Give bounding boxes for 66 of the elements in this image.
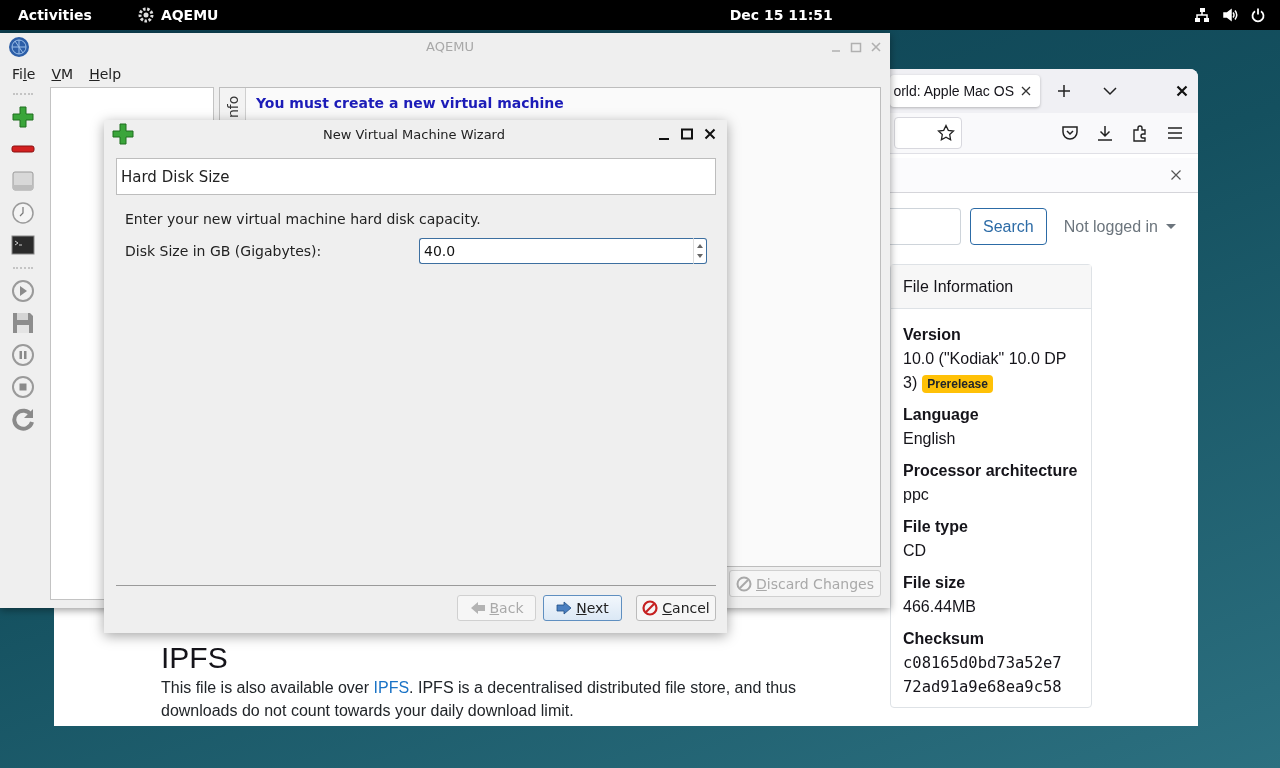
caret-icon: [1166, 223, 1176, 230]
status-badge: Prerelease: [922, 375, 993, 393]
left-arrow-icon: [469, 600, 486, 616]
field-value: CD: [903, 541, 928, 561]
field-label: Processor architecture: [903, 461, 1079, 481]
menu-item[interactable]: Help: [81, 65, 130, 82]
app-name[interactable]: AQEMU: [160, 7, 219, 23]
field-label: Version: [903, 325, 962, 345]
checksum-value: c08165d0bd73a52e772ad91a9e68ea9c58: [903, 653, 1063, 698]
puzzle-icon[interactable]: [1131, 124, 1149, 142]
network-icon[interactable]: [1194, 7, 1210, 23]
window-title: AQEMU: [425, 39, 475, 54]
field-value: 10.0 ("Kodiak" 10.0 DP 3) Prerelease: [903, 349, 1068, 395]
menu-item[interactable]: File: [4, 65, 44, 82]
gear-icon[interactable]: [137, 7, 154, 23]
stop-icon[interactable]: [11, 375, 35, 399]
search-field[interactable]: [890, 208, 961, 245]
info-message: You must create a new virtual machine: [256, 95, 564, 111]
plus-icon[interactable]: [1056, 83, 1072, 99]
field-label: Language: [903, 405, 980, 425]
browser-tab[interactable]: orld: Apple Mac OS: [890, 75, 1040, 107]
add-icon: [112, 123, 134, 145]
field-label: File size: [903, 573, 967, 593]
star-icon[interactable]: [937, 124, 955, 142]
description-text: Enter your new virtual machine hard disk capacity.: [125, 211, 482, 227]
power-icon[interactable]: [1250, 7, 1266, 23]
play-icon[interactable]: [11, 279, 35, 303]
field-label: Checksum: [903, 629, 985, 649]
reload-icon[interactable]: [11, 407, 35, 431]
close-icon[interactable]: [1176, 85, 1188, 97]
terminal-icon[interactable]: [11, 233, 35, 257]
page-title: Hard Disk Size: [116, 158, 716, 195]
volume-icon[interactable]: [1222, 7, 1238, 23]
field-label: Disk Size in GB (Gigabytes):: [125, 243, 323, 259]
pocket-icon[interactable]: [1061, 124, 1079, 142]
close-icon[interactable]: [1170, 169, 1182, 181]
dialog-title: New Virtual Machine Wizard: [322, 126, 506, 142]
download-icon[interactable]: [1096, 124, 1114, 142]
field-label: File type: [903, 517, 969, 537]
search-button[interactable]: Search: [970, 208, 1047, 245]
activities-button[interactable]: Activities: [18, 7, 92, 23]
url-field[interactable]: [894, 117, 962, 149]
section-heading: IPFS: [161, 642, 229, 674]
paragraph: This file is also available over IPFS. IPFS is a decentralised distributed file store, and thus downloads do not count towards your daily download limit.: [161, 678, 797, 721]
account-dropdown[interactable]: Not logged in: [1063, 217, 1176, 236]
card-header: File Information: [891, 265, 1091, 309]
close-icon[interactable]: [704, 128, 716, 140]
cancel-button[interactable]: Cancel: [636, 595, 716, 621]
spin-buttons[interactable]: [693, 238, 707, 264]
globe-icon[interactable]: [8, 35, 30, 58]
menu-item[interactable]: VM: [43, 65, 82, 82]
next-button[interactable]: Next: [543, 595, 622, 621]
clock-icon[interactable]: [11, 201, 35, 225]
pause-icon[interactable]: [11, 343, 35, 367]
field-value: English: [903, 429, 957, 449]
add-icon[interactable]: [11, 105, 35, 129]
maximize-icon[interactable]: [681, 128, 693, 140]
right-arrow-icon: [556, 600, 573, 616]
clock[interactable]: Dec 15 11:51: [579, 7, 833, 23]
field-value: 466.44MB: [903, 597, 977, 617]
no-entry-icon: [736, 575, 752, 592]
no-entry-icon: [642, 600, 659, 616]
menu-icon[interactable]: [1166, 124, 1184, 142]
field-value: ppc: [903, 485, 930, 505]
spin-box[interactable]: 40.0: [419, 238, 693, 264]
close-icon[interactable]: [1020, 85, 1032, 97]
